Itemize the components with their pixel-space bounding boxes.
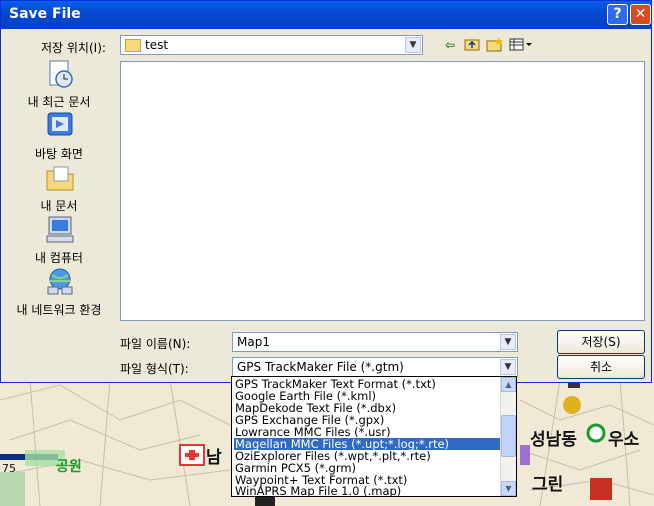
- places-bar: 내 최근 문서 바탕 화면 내 문서 내 컴퓨터 내 네트워크 환경: [6, 59, 112, 323]
- filetype-dropdown[interactable]: GPS TrackMaker File (*.gtm) ▼: [232, 357, 518, 377]
- place-label: 내 네트워크 환경: [16, 303, 102, 317]
- filetype-options-list[interactable]: GPS TrackMaker Text Format (*.txt) Googl…: [231, 376, 517, 497]
- map-label-park: 공원: [56, 459, 82, 475]
- close-icon: ✕: [634, 6, 647, 22]
- map-scale-label: 75: [2, 462, 16, 475]
- back-arrow-icon[interactable]: ⇦: [441, 37, 459, 53]
- chevron-down-icon[interactable]: ▼: [405, 37, 421, 53]
- filename-label: 파일 이름(N):: [120, 337, 191, 351]
- map-label-green: 그린: [532, 475, 564, 495]
- place-label: 내 컴퓨터: [35, 251, 83, 265]
- place-my-computer[interactable]: 내 컴퓨터: [6, 215, 112, 265]
- view-menu-icon[interactable]: [508, 37, 534, 53]
- my-computer-icon: [46, 216, 74, 243]
- title-bar[interactable]: Save File ? ✕: [1, 1, 651, 29]
- place-label: 바탕 화면: [35, 147, 83, 161]
- save-in-value: test: [145, 38, 169, 52]
- map-label-seongnamdong: 성남동: [530, 430, 577, 450]
- new-folder-icon[interactable]: [486, 37, 504, 53]
- save-in-label: 저장 위치(I):: [41, 41, 106, 55]
- scroll-down-icon[interactable]: ▼: [501, 481, 516, 496]
- place-my-network[interactable]: 내 네트워크 환경: [6, 267, 112, 317]
- save-in-dropdown[interactable]: test ▼: [120, 35, 423, 55]
- map-label-woso: 우소: [608, 430, 640, 450]
- help-button[interactable]: ?: [607, 4, 628, 25]
- map-label-nam: 남: [206, 448, 222, 468]
- place-label: 내 문서: [40, 199, 78, 213]
- chevron-down-icon[interactable]: ▼: [500, 359, 516, 375]
- my-network-icon: [47, 268, 73, 295]
- folder-icon: [125, 39, 141, 52]
- filetype-option[interactable]: WinAPRS Map File 1.0 (.map): [234, 485, 501, 496]
- up-folder-icon[interactable]: [463, 37, 481, 53]
- filename-value: Map1: [237, 335, 270, 349]
- options-scrollbar[interactable]: ▲ ▼: [500, 377, 516, 496]
- place-desktop[interactable]: 바탕 화면: [6, 111, 112, 161]
- dialog-title: Save File: [9, 6, 81, 22]
- place-my-documents[interactable]: 내 문서: [6, 163, 112, 213]
- scroll-up-icon[interactable]: ▲: [501, 377, 516, 392]
- place-recent-documents[interactable]: 내 최근 문서: [6, 59, 112, 109]
- filename-input[interactable]: Map1 ▼: [232, 332, 518, 352]
- filetype-label: 파일 형식(T):: [120, 362, 189, 376]
- recent-documents-icon: [49, 60, 73, 88]
- save-file-dialog: Save File ? ✕ 저장 위치(I): test ▼ ⇦ 내 최근 문서…: [0, 0, 652, 383]
- file-list-area[interactable]: [120, 61, 645, 321]
- my-documents-icon: [46, 166, 74, 191]
- close-button[interactable]: ✕: [630, 4, 651, 25]
- save-button[interactable]: 저장(S): [557, 330, 645, 354]
- chevron-down-icon[interactable]: ▼: [500, 334, 516, 350]
- place-label: 내 최근 문서: [27, 95, 91, 109]
- cancel-button[interactable]: 취소: [557, 355, 645, 379]
- desktop-icon: [47, 112, 73, 136]
- filetype-value: GPS TrackMaker File (*.gtm): [237, 360, 404, 374]
- scroll-thumb[interactable]: [501, 415, 516, 457]
